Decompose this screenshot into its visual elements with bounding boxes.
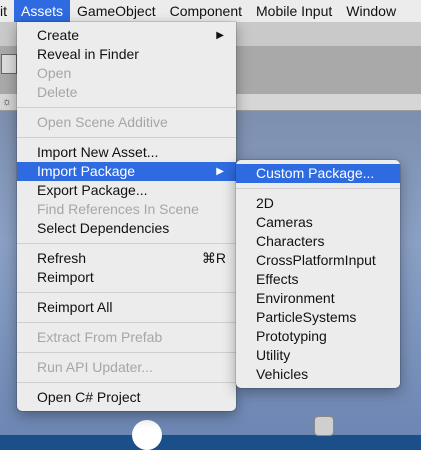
menu-item-reveal-in-finder[interactable]: Reveal in Finder	[17, 45, 236, 64]
menu-item-package-utility[interactable]: Utility	[236, 346, 400, 365]
menu-assets[interactable]: Assets	[14, 0, 71, 22]
shortcut-label: ⌘R	[201, 250, 226, 266]
menu-item-import-package[interactable]: Import Package ▶	[17, 162, 236, 181]
menu-item-package-crossplatforminput[interactable]: CrossPlatformInput	[236, 251, 400, 270]
menu-separator	[17, 137, 236, 138]
menu-item-delete: Delete	[37, 84, 78, 100]
menu-separator	[17, 382, 236, 383]
menu-item-extract-from-prefab: Extract From Prefab	[37, 329, 163, 345]
menu-mobile-input[interactable]: Mobile Input	[249, 0, 339, 22]
menu-item-package-vehicles[interactable]: Vehicles	[236, 365, 400, 384]
import-package-submenu: Custom Package... 2D Cameras Characters …	[236, 160, 400, 388]
menu-bar: it Assets GameObject Component Mobile In…	[0, 0, 421, 23]
menu-item-package-environment[interactable]: Environment	[236, 289, 400, 308]
sun-icon[interactable]: ☼	[2, 96, 12, 108]
menu-item-package-effects[interactable]: Effects	[236, 270, 400, 289]
menu-item-reimport-all[interactable]: Reimport All	[17, 298, 236, 317]
menu-item-select-dependencies[interactable]: Select Dependencies	[17, 219, 236, 238]
menu-gameobject[interactable]: GameObject	[70, 0, 163, 22]
menu-edit[interactable]: it	[0, 0, 14, 22]
submenu-arrow-icon: ▶	[216, 30, 224, 41]
menu-item-reimport[interactable]: Reimport	[17, 268, 236, 287]
menu-separator	[17, 107, 236, 108]
menu-item-package-particlesystems[interactable]: ParticleSystems	[236, 308, 400, 327]
menu-item-open: Open	[37, 65, 72, 81]
assets-menu: Create ▶ Reveal in Finder Open Delete Op…	[17, 22, 236, 411]
menu-component[interactable]: Component	[163, 0, 249, 22]
menu-separator	[17, 292, 236, 293]
scene-gizmo	[132, 420, 162, 450]
menu-item-label: Create	[37, 27, 80, 43]
menu-window[interactable]: Window	[339, 0, 403, 22]
menu-item-package-cameras[interactable]: Cameras	[236, 213, 400, 232]
menu-item-open-scene-additive: Open Scene Additive	[37, 114, 168, 130]
menu-separator	[17, 322, 236, 323]
menu-item-refresh[interactable]: Refresh ⌘R	[17, 249, 236, 268]
submenu-arrow-icon: ▶	[216, 166, 224, 177]
menu-item-label: Refresh	[37, 250, 87, 266]
camera-icon	[314, 416, 334, 436]
menu-separator	[236, 188, 400, 189]
menu-separator	[17, 243, 236, 244]
menu-item-package-characters[interactable]: Characters	[236, 232, 400, 251]
menu-item-open-csharp-project[interactable]: Open C# Project	[17, 388, 236, 407]
menu-separator	[17, 352, 236, 353]
menu-item-custom-package[interactable]: Custom Package...	[236, 164, 400, 183]
menu-item-create[interactable]: Create ▶	[17, 26, 236, 45]
menu-item-export-package[interactable]: Export Package...	[17, 181, 236, 200]
menu-item-find-references: Find References In Scene	[37, 201, 199, 217]
hand-tool-icon[interactable]	[1, 54, 17, 74]
menu-item-package-2d[interactable]: 2D	[236, 194, 400, 213]
menu-item-import-new-asset[interactable]: Import New Asset...	[17, 143, 236, 162]
menu-item-package-prototyping[interactable]: Prototyping	[236, 327, 400, 346]
menu-item-label: Import Package	[37, 163, 136, 179]
menu-item-run-api-updater: Run API Updater...	[37, 359, 153, 375]
